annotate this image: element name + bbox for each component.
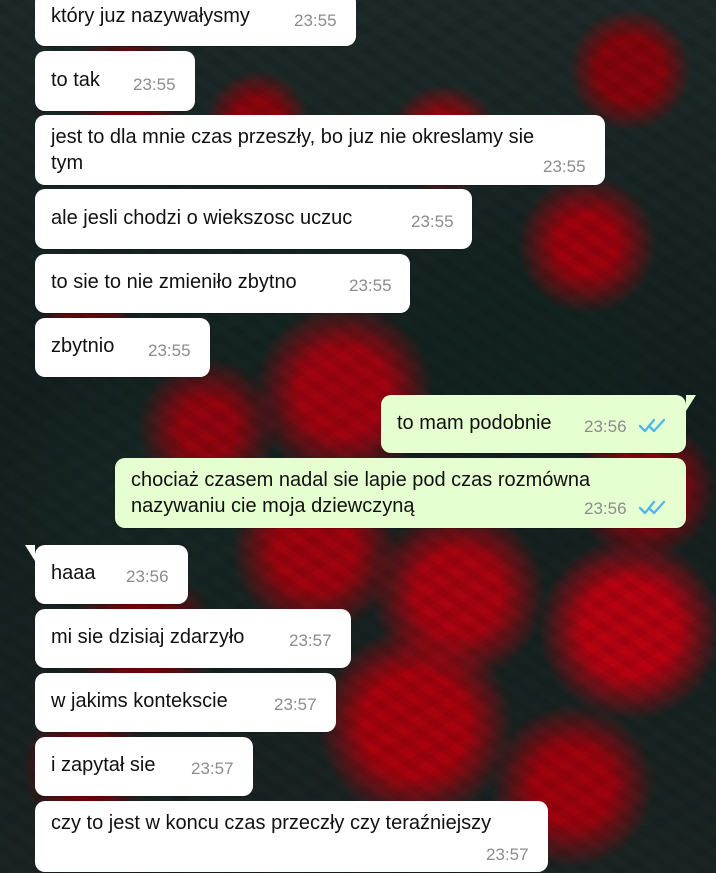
message-time: 23:56 <box>584 499 627 518</box>
message-time: 23:55 <box>543 157 586 176</box>
message-text: i zapytał sie <box>51 754 156 776</box>
message-time: 23:57 <box>274 695 317 714</box>
message-text: mi sie dzisiaj zdarzyło <box>51 626 245 648</box>
message-bubble[interactable]: chociaż czasem nadal sie lapie pod czas … <box>115 458 686 528</box>
message-text: ale jesli chodzi o wiekszosc uczuc <box>51 207 353 229</box>
message-text: to mam podobnie <box>397 412 552 434</box>
message-time: 23:55 <box>133 75 176 94</box>
message-bubble[interactable]: to mam podobnie 23:56 <box>381 395 696 453</box>
message-bubble[interactable]: mi sie dzisiaj zdarzyło 23:57 <box>35 609 351 668</box>
read-receipt-icon <box>638 418 666 433</box>
message-text: jest to dla mnie czas przeszły, bo juz n… <box>51 126 535 174</box>
message-bubble[interactable]: ale jesli chodzi o wiekszosc uczuc 23:55 <box>35 189 472 249</box>
bubble-tail <box>25 545 35 561</box>
message-text: czy to jest w koncu czas przeczły czy te… <box>51 812 492 834</box>
message-time: 23:55 <box>349 276 392 295</box>
message-bubble[interactable]: który juz nazywałysmy 23:55 <box>35 0 356 46</box>
message-text: w jakims kontekscie <box>51 690 228 712</box>
message-text: chociaż czasem nadal sie lapie pod czas … <box>131 469 591 517</box>
message-time: 23:55 <box>148 341 191 360</box>
message-time: 23:57 <box>486 845 529 864</box>
message-bubble[interactable]: czy to jest w koncu czas przeczły czy te… <box>35 801 548 872</box>
message-bubble[interactable]: zbytnio 23:55 <box>35 318 210 377</box>
message-bubble[interactable]: jest to dla mnie czas przeszły, bo juz n… <box>35 115 605 185</box>
message-text: zbytnio <box>51 335 115 357</box>
message-time: 23:56 <box>584 417 627 436</box>
read-receipt-icon <box>638 500 666 515</box>
message-bubble[interactable]: i zapytał sie 23:57 <box>35 737 253 796</box>
message-text: haaa <box>51 562 96 584</box>
message-time: 23:57 <box>289 631 332 650</box>
message-time: 23:55 <box>411 212 454 231</box>
message-bubble[interactable]: w jakims kontekscie 23:57 <box>35 673 336 732</box>
message-time: 23:56 <box>126 567 169 586</box>
bubble-tail <box>686 395 696 411</box>
message-text: to sie to nie zmieniło zbytno <box>51 271 297 293</box>
message-bubble[interactable]: to sie to nie zmieniło zbytno 23:55 <box>35 254 410 313</box>
message-bubble[interactable]: haaa 23:56 <box>25 545 188 604</box>
message-time: 23:55 <box>294 11 337 30</box>
message-bubble[interactable]: to tak 23:55 <box>35 51 195 111</box>
message-time: 23:57 <box>191 759 234 778</box>
message-text: który juz nazywałysmy <box>51 5 250 27</box>
message-text: to tak <box>51 69 100 91</box>
